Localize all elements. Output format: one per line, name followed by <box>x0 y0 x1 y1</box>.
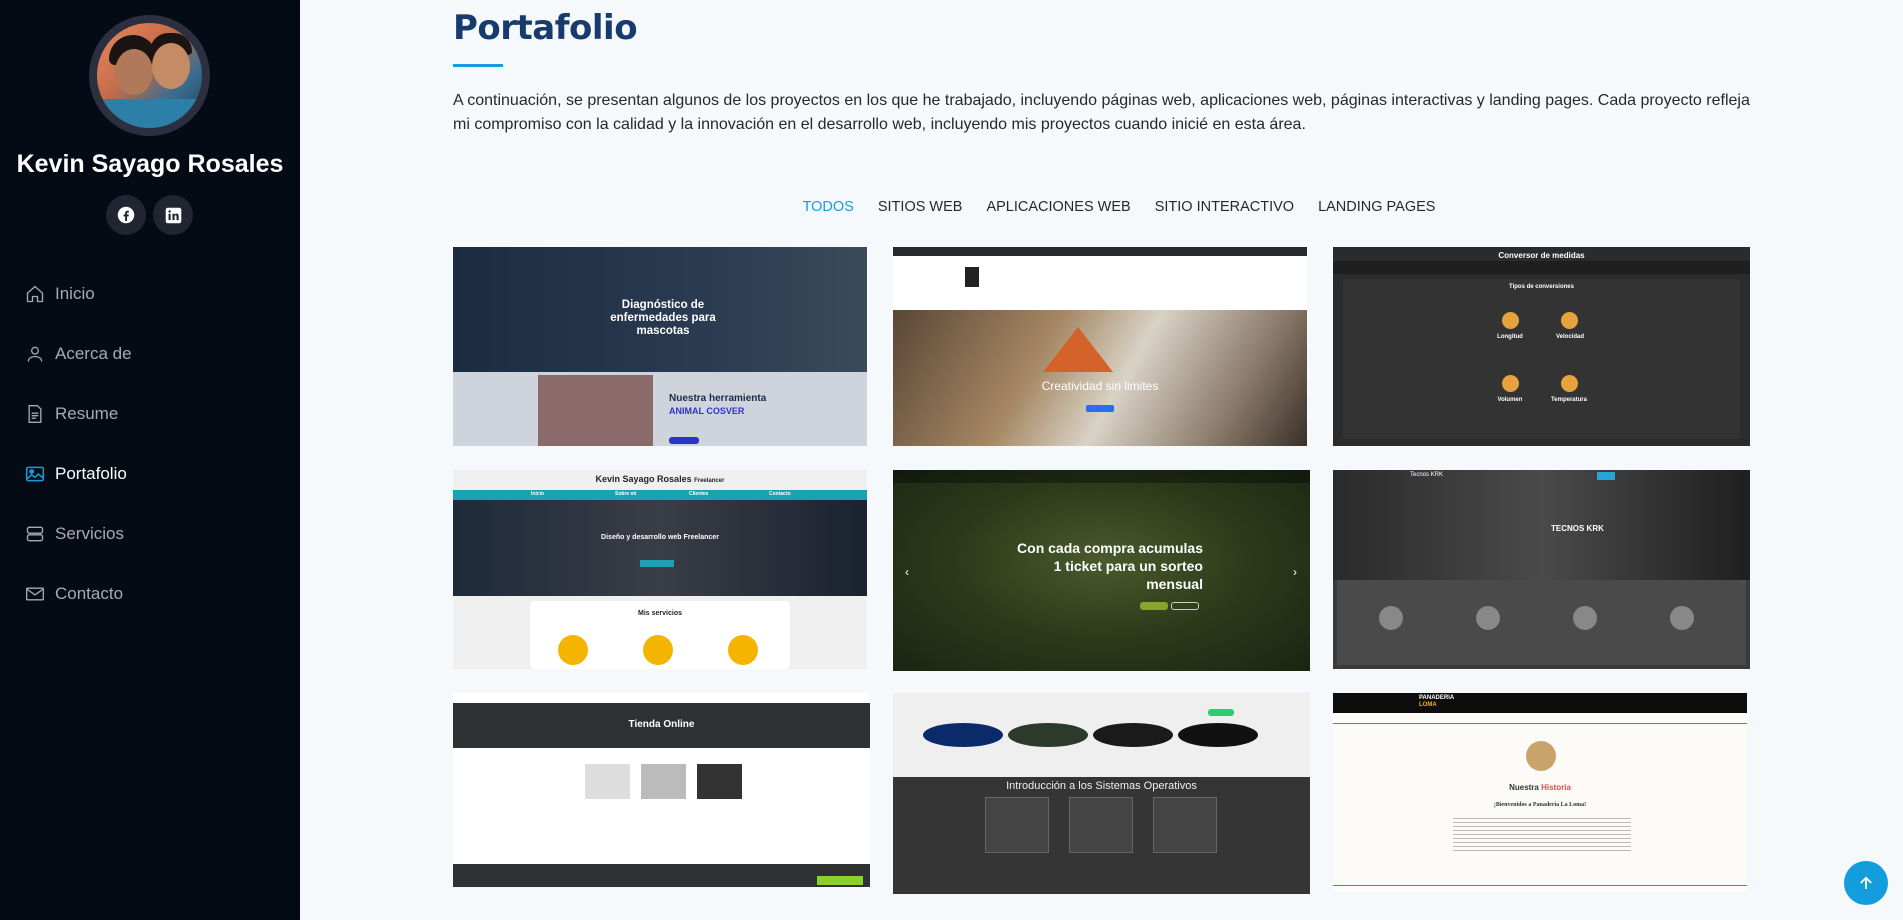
file-icon <box>24 403 46 425</box>
converter-item-label: Longitud <box>1497 334 1523 340</box>
user-icon <box>24 343 46 365</box>
section-description: A continuación, se presentan algunos de … <box>453 92 1750 133</box>
portfolio-item-tecnos[interactable]: Tecnos KRK TECNOS KRK <box>1333 470 1750 669</box>
creative-heading: Creatividad sin limites <box>1041 379 1159 393</box>
filter-sitios-web[interactable]: SITIOS WEB <box>878 199 963 215</box>
page-title: Portafolio <box>453 8 638 48</box>
portfolio-item-creative[interactable]: Creatividad sin limites <box>893 247 1307 446</box>
freelancer-menu-item: Inicio <box>531 491 545 497</box>
os-heading: Introducción a los Sistemas Operativos <box>1006 780 1197 792</box>
nav-label: Inicio <box>55 284 95 303</box>
main-navigation: Inicio Acerca de Resume Portafolio Servi… <box>0 264 300 624</box>
filter-sitio-interactivo[interactable]: SITIO INTERACTIVO <box>1155 199 1294 215</box>
freelancer-menu-item: Sobre mi <box>615 491 637 497</box>
filter-todos[interactable]: TODOS <box>803 199 854 215</box>
filter-landing-pages[interactable]: LANDING PAGES <box>1318 199 1435 215</box>
freelancer-services: Mis servicios <box>638 610 682 617</box>
profile-name: Kevin Sayago Rosales <box>16 150 284 178</box>
nav-item-resume[interactable]: Resume <box>0 384 300 444</box>
portfolio-item-converter[interactable]: Conversor de medidas Tipos de conversion… <box>1333 247 1750 446</box>
nav-label: Servicios <box>55 524 124 543</box>
portfolio-item-bakery[interactable]: PANADERIA LOMA Nuestra Historia ¡Bienveni… <box>1333 693 1747 892</box>
server-icon <box>24 523 46 545</box>
filter-aplicaciones-web[interactable]: APLICACIONES WEB <box>986 199 1130 215</box>
nav-label: Portafolio <box>55 464 127 483</box>
freelancer-heading: Diseño y desarrollo web Freelancer <box>601 534 719 541</box>
facebook-link[interactable] <box>106 195 146 235</box>
tecnos-brand: Tecnos KRK <box>1410 472 1444 478</box>
portfolio-item-freelancer[interactable]: Kevin Sayago Rosales Freelancer Inicio S… <box>453 470 867 669</box>
converter-item-label: Velocidad <box>1555 334 1584 340</box>
title-underline <box>453 64 503 67</box>
arrow-up-icon <box>1860 876 1872 889</box>
envelope-icon <box>24 583 46 605</box>
main-content: Portafolio A continuación, se presentan … <box>300 0 1903 920</box>
linkedin-link[interactable] <box>153 195 193 235</box>
image-icon <box>24 463 46 485</box>
vet-heading: Diagnóstico de enfermedades para mascota… <box>610 299 716 337</box>
avatar <box>89 15 210 136</box>
nav-item-contacto[interactable]: Contacto <box>0 564 300 624</box>
facebook-icon <box>117 206 135 224</box>
bakery-welcome: ¡Bienvenidos a Panadería La Loma! <box>1493 802 1587 808</box>
tecnos-heading: TECNOS KRK <box>1551 524 1604 533</box>
portfolio-item-ticket[interactable]: Con cada compra acumulas 1 ticket para u… <box>893 470 1310 671</box>
carousel-prev-icon[interactable]: ‹ <box>905 565 909 579</box>
nav-label: Acerca de <box>55 344 132 363</box>
portfolio-filters: TODOS SITIOS WEB APLICACIONES WEB SITIO … <box>300 199 1903 215</box>
freelancer-menu-item: Clientes <box>689 491 709 497</box>
sidebar: Kevin Sayago Rosales Inicio Acerca de Re… <box>0 0 300 920</box>
freelancer-menu-item: Contacto <box>769 491 791 497</box>
converter-title: Conversor de medidas <box>1498 251 1585 260</box>
nav-item-acerca-de[interactable]: Acerca de <box>0 324 300 384</box>
nav-label: Contacto <box>55 584 124 603</box>
bakery-brand: PANADERIA LOMA <box>1419 695 1455 708</box>
linkedin-icon <box>165 207 181 223</box>
bakery-heading: Nuestra Historia <box>1509 783 1571 792</box>
nav-item-servicios[interactable]: Servicios <box>0 504 300 564</box>
vet-brand: ANIMAL COSVER <box>669 406 745 416</box>
ticket-heading: Con cada compra acumulas 1 ticket para u… <box>1017 540 1203 592</box>
portfolio-item-shop[interactable]: Tienda Online <box>453 693 870 887</box>
freelancer-title: Kevin Sayago Rosales Freelancer <box>595 474 725 484</box>
nav-item-inicio[interactable]: Inicio <box>0 264 300 324</box>
vet-subheading: Nuestra herramienta <box>669 393 767 404</box>
portfolio-item-os[interactable]: Introducción a los Sistemas Operativos <box>893 693 1310 894</box>
nav-item-portafolio[interactable]: Portafolio <box>0 444 300 504</box>
converter-item-label: Volumen <box>1497 397 1523 403</box>
converter-item-label: Temperatura <box>1551 397 1587 403</box>
home-icon <box>24 283 46 305</box>
carousel-next-icon[interactable]: › <box>1293 565 1297 579</box>
nav-label: Resume <box>55 404 119 423</box>
shop-heading: Tienda Online <box>628 719 695 730</box>
back-to-top-button[interactable] <box>1844 861 1888 905</box>
converter-subtitle: Tipos de conversiones <box>1509 284 1574 290</box>
portfolio-item-vet[interactable]: Diagnóstico de enfermedades para mascota… <box>453 247 867 446</box>
